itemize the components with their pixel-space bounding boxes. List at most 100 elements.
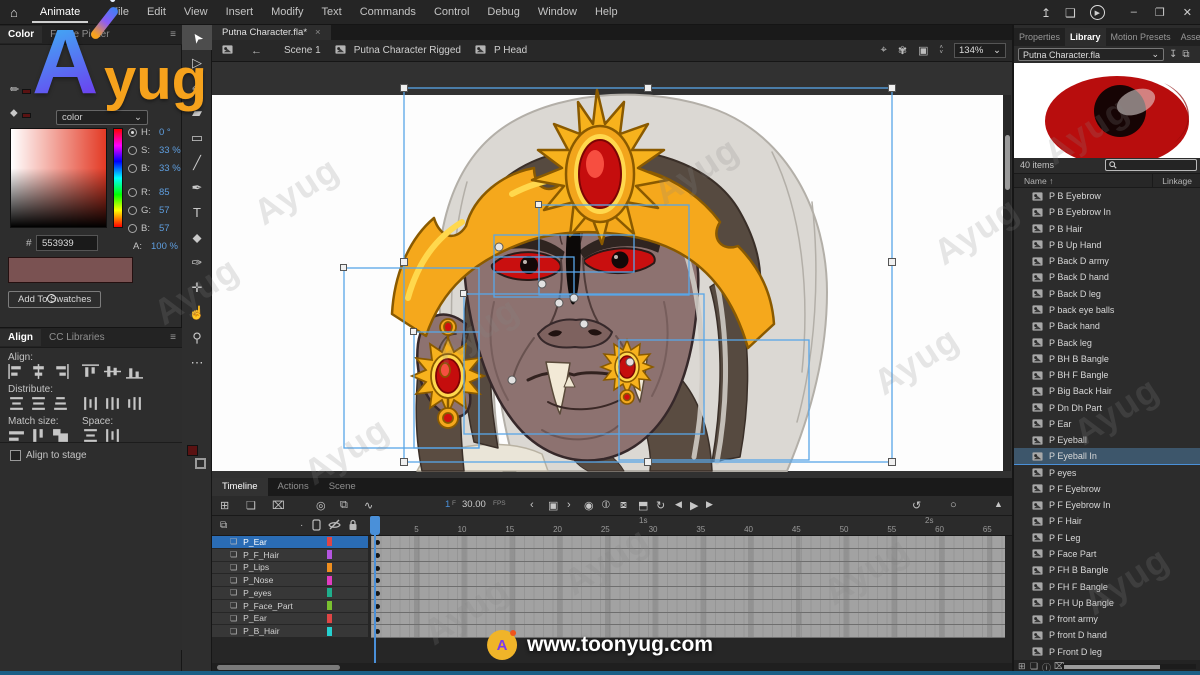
tab-color[interactable]: Color [0,26,42,43]
layer-frames-row[interactable] [371,536,1005,549]
tab-library[interactable]: Library [1065,28,1106,46]
radio-blue[interactable] [128,224,137,233]
restore-button[interactable]: ❐ [1155,6,1165,19]
rectangle-tool[interactable]: ▭ [182,125,212,150]
edit-scene-icon[interactable] [222,44,233,57]
timeline-ruler[interactable]: 1s 2s 5101520253035404550556065 [371,516,1005,536]
onion-skin-outline-icon[interactable]: ⦶ [602,499,610,512]
layer-outline-color[interactable] [327,576,332,585]
hue-slider[interactable] [113,128,123,228]
pen-tool[interactable]: ✒ [182,175,212,200]
zoom-stepper[interactable]: ˄˅ [939,46,943,56]
fill-color-icon[interactable]: ⬥ [10,107,18,120]
text-tool[interactable]: T [182,200,212,225]
library-item[interactable]: P Back leg [1014,334,1200,350]
menu-item[interactable]: Commands [351,2,425,22]
match-width-icon[interactable] [8,428,25,443]
library-item[interactable]: P Eyeball [1014,432,1200,448]
layer-frames-row[interactable] [371,562,1005,575]
layer-outline-color[interactable] [327,550,332,559]
edit-multiple-frames-icon[interactable]: ⧇ [620,499,627,512]
hue-value[interactable]: 0 ° [159,127,171,138]
panel-menu-icon[interactable]: ≡ [170,29,176,40]
library-item[interactable]: P Ear [1014,416,1200,432]
library-horizontal-scrollbar[interactable] [1062,664,1196,669]
rotation-icon[interactable]: ✾ [898,44,907,57]
tab-close-icon[interactable]: × [315,27,321,38]
reset-timeline-zoom-icon[interactable]: ↺ [912,499,921,512]
column-header-linkage[interactable]: Linkage [1162,176,1192,186]
layer-outline-color[interactable] [327,601,332,610]
prev-keyframe-icon[interactable]: ‹ [530,499,534,511]
layer-frames-row[interactable] [371,549,1005,562]
step-forward-icon[interactable]: ▶ [706,499,713,510]
layer-row[interactable]: ❏P_Ear [212,536,368,549]
align-to-stage-checkbox[interactable] [10,450,21,461]
radio-hue[interactable] [128,128,137,137]
fill-color-chip[interactable] [22,113,31,118]
layer-frames-row[interactable] [371,625,1005,638]
distribute-left-icon[interactable] [82,396,99,411]
play-icon[interactable]: ▶ [690,499,698,512]
layer-outline-color[interactable] [327,563,332,572]
library-item[interactable]: P Back D leg [1014,286,1200,302]
color-type-dropdown[interactable]: color ⌄ [56,110,148,125]
align-right-icon[interactable] [52,364,69,379]
breadcrumb-current[interactable]: P Head [494,45,527,56]
tab-assets[interactable]: Assets [1176,28,1200,46]
align-middle-vertical-icon[interactable] [104,364,121,379]
layer-outline-color[interactable] [327,627,332,636]
layer-row[interactable]: ❏P_B_Hair [212,625,368,638]
library-item[interactable]: P Big Back Hair [1014,383,1200,399]
tab-motion-presets[interactable]: Motion Presets [1106,28,1176,46]
library-item[interactable]: P front D hand [1014,627,1200,643]
stage-vertical-scrollbar[interactable] [1003,95,1011,471]
library-item[interactable]: P Back D army [1014,253,1200,269]
library-item[interactable]: P Back hand [1014,318,1200,334]
fps-value[interactable]: 30.00 [462,499,486,510]
library-item[interactable]: P F Eyebrow [1014,481,1200,497]
stroke-color-icon[interactable]: ✏ [10,83,19,96]
tab-align[interactable]: Align [0,329,41,346]
menu-item[interactable]: Control [425,2,478,22]
insert-keyframe-icon[interactable]: ▣ [548,499,558,512]
center-frame-icon[interactable]: ⌖ [881,44,887,57]
match-size-icon[interactable] [52,428,69,443]
camera-column-icon[interactable] [312,519,321,534]
stroke-color-chip[interactable] [22,89,31,94]
library-item[interactable]: P B Up Hand [1014,237,1200,253]
layer-frames-row[interactable] [371,574,1005,587]
distribute-center-vertical-icon[interactable] [30,396,47,411]
layer-row[interactable]: ❏P_Lips [212,562,368,575]
menu-item[interactable]: Window [529,2,586,22]
library-item[interactable]: P front army [1014,611,1200,627]
menu-item[interactable]: View [175,2,217,22]
hex-input[interactable]: 553939 [36,235,98,251]
layer-frames-row[interactable] [371,600,1005,613]
hide-all-layers-icon[interactable] [328,519,341,534]
brush-tool[interactable]: ✐ [182,75,212,100]
match-height-icon[interactable] [30,428,47,443]
red-value[interactable]: 85 [159,187,170,198]
align-center-horizontal-icon[interactable] [30,364,47,379]
align-left-icon[interactable] [8,364,25,379]
scrollbar-thumb[interactable] [217,665,340,670]
tab-properties[interactable]: Properties [1014,28,1065,46]
tab-cc-libraries[interactable]: CC Libraries [41,329,113,346]
space-horizontal-icon[interactable] [104,428,121,443]
layer-row[interactable]: ❏P_Ear [212,613,368,626]
library-document-dropdown[interactable]: Putna Character.fla ⌄ [1018,48,1164,61]
brightness-value[interactable]: 33 % [159,163,181,174]
distribute-bottom-icon[interactable] [52,396,69,411]
zoom-tool[interactable]: ⚲ [182,325,212,350]
workspace-icon[interactable]: ❑ [1065,6,1076,20]
radio-green[interactable] [128,206,137,215]
test-movie-icon[interactable]: ▶ [1090,5,1105,20]
layer-row[interactable]: ❏P_eyes [212,587,368,600]
library-item[interactable]: P back eye balls [1014,302,1200,318]
clip-to-stage-icon[interactable]: ▣ [918,44,928,57]
library-item[interactable]: P BH F Bangle [1014,367,1200,383]
tab-frame-picker[interactable]: Frame Picker [42,26,117,43]
loop-icon[interactable]: ↻ [656,499,665,512]
pin-library-icon[interactable]: ↧ [1169,49,1177,60]
